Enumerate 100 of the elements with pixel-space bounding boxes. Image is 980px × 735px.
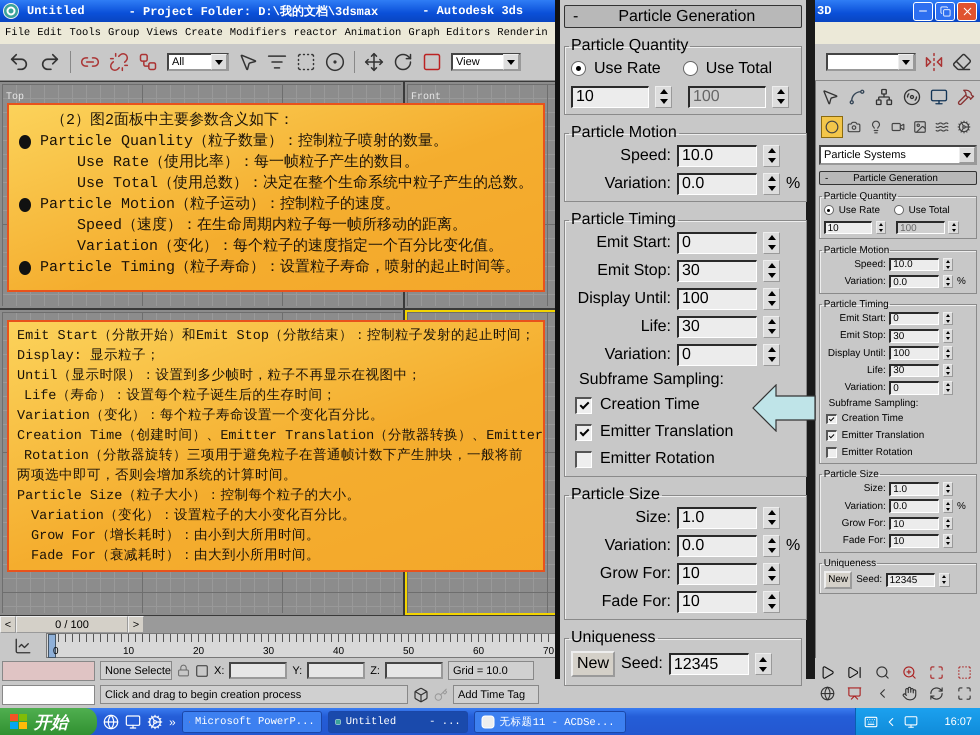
radio-button[interactable]	[894, 205, 904, 216]
more-button[interactable]: »	[169, 715, 176, 729]
spinner-button[interactable]	[942, 482, 954, 496]
spinner-button[interactable]	[754, 653, 772, 675]
new-seed-button[interactable]: New	[824, 571, 852, 589]
checkbox[interactable]	[826, 447, 837, 458]
spinner-button[interactable]	[772, 86, 789, 108]
gear-icon[interactable]	[147, 714, 163, 730]
spinner-button[interactable]	[942, 534, 954, 548]
zoom-in-icon[interactable]	[902, 665, 918, 680]
menu-item[interactable]: Views	[146, 27, 178, 39]
browser-icon[interactable]	[103, 714, 119, 730]
menu-item[interactable]: Create	[184, 27, 223, 39]
number-field[interactable]: 1.0	[677, 506, 757, 528]
spinner-button[interactable]	[942, 499, 954, 513]
menu-item[interactable]: Graph Editors	[408, 27, 490, 39]
close-icon[interactable]	[960, 4, 974, 18]
menu-item[interactable]: Tools	[69, 27, 101, 39]
number-field[interactable]: 30	[677, 260, 757, 282]
radio-button[interactable]	[571, 61, 586, 76]
square-icon[interactable]	[422, 52, 442, 72]
checkbox[interactable]	[575, 424, 592, 440]
hammer-icon[interactable]	[956, 88, 975, 106]
globe-icon[interactable]	[820, 686, 835, 701]
minimize-button[interactable]	[913, 2, 933, 20]
number-field[interactable]: 100	[889, 346, 940, 360]
monitor-icon[interactable]	[930, 88, 948, 106]
spinner-button[interactable]	[763, 172, 780, 194]
curve-editor-icon[interactable]	[14, 636, 32, 655]
lock-icon[interactable]	[177, 664, 190, 677]
checkbox[interactable]	[826, 430, 837, 441]
spinner-button[interactable]	[763, 260, 780, 282]
checkbox[interactable]	[575, 450, 592, 468]
spinner-button[interactable]	[763, 506, 780, 528]
time-slider-thumb[interactable]: 0 / 100	[16, 616, 128, 634]
menu-item[interactable]: Animation	[344, 27, 402, 39]
new-seed-button[interactable]: New	[571, 651, 616, 677]
number-field[interactable]: 12345	[668, 653, 749, 675]
menu-item[interactable]: Modifiers	[230, 27, 287, 39]
previous-frame-button[interactable]: <	[0, 616, 16, 634]
rotate-icon[interactable]	[393, 52, 413, 72]
move-icon[interactable]	[364, 52, 384, 72]
spinner-button[interactable]	[655, 86, 672, 108]
time-tag-field[interactable]: Add Time Tag	[453, 685, 539, 704]
spinner-button[interactable]	[763, 232, 780, 254]
spinner-button[interactable]	[939, 573, 950, 587]
number-field[interactable]: 0	[677, 232, 757, 254]
pan-icon[interactable]	[902, 686, 918, 701]
desktop-icon[interactable]	[125, 714, 141, 730]
dashed-square-icon[interactable]	[296, 52, 316, 72]
next-frame-button[interactable]: >	[128, 616, 144, 634]
absolute-mode-icon[interactable]	[195, 664, 209, 678]
number-field[interactable]: 0.0	[677, 534, 757, 556]
number-field[interactable]: 10.0	[677, 144, 757, 166]
number-field[interactable]: 10	[571, 86, 649, 108]
number-field[interactable]: 10	[677, 590, 757, 612]
spinner-button[interactable]	[942, 312, 954, 326]
object-type-button[interactable]	[821, 116, 843, 138]
number-field[interactable]: 0.0	[889, 499, 940, 513]
restore-icon[interactable]	[940, 6, 950, 16]
radio-button[interactable]	[682, 61, 698, 76]
undo-icon[interactable]	[8, 51, 30, 73]
number-field[interactable]: 0	[889, 381, 940, 395]
network-icon[interactable]	[904, 715, 918, 729]
taskbar-button[interactable]: 无标题11 - ACDSe...	[474, 711, 626, 733]
rollout-header[interactable]: - Particle Generation	[819, 171, 977, 186]
spinner-button[interactable]	[942, 381, 954, 395]
menu-item[interactable]: Edit	[37, 27, 62, 39]
spinner-button[interactable]	[942, 274, 954, 288]
spinner-button[interactable]	[942, 346, 954, 360]
number-field[interactable]: 30	[677, 316, 757, 338]
unlink-icon[interactable]	[109, 52, 129, 72]
menu-item[interactable]: Group	[108, 27, 140, 39]
number-field[interactable]: 10	[889, 534, 940, 548]
checkbox[interactable]	[575, 396, 592, 414]
input-field[interactable]	[2, 684, 95, 704]
spinner-button[interactable]	[942, 328, 954, 343]
spinner-button[interactable]	[763, 144, 780, 166]
circle-dot-icon[interactable]	[325, 52, 345, 72]
zoom-icon[interactable]	[874, 665, 890, 680]
number-field[interactable]: 10	[889, 516, 940, 530]
keyboard-icon[interactable]	[864, 715, 878, 729]
spinner-button[interactable]	[763, 562, 780, 584]
number-field[interactable]: 10	[677, 562, 757, 584]
hierarchy-icon[interactable]	[875, 88, 894, 106]
spinner-button[interactable]	[763, 316, 780, 338]
nodes-icon[interactable]	[138, 52, 158, 72]
menu-item[interactable]: reactor	[294, 27, 338, 39]
input-field[interactable]	[2, 660, 95, 680]
taskbar-button[interactable]: Untitled - ...	[328, 711, 468, 733]
spinner-button[interactable]	[948, 220, 959, 234]
category-dropdown[interactable]: Particle Systems	[819, 145, 977, 165]
rollout-header[interactable]: - Particle Generation	[564, 5, 802, 28]
taskbar-button[interactable]: Microsoft PowerP...	[182, 711, 322, 733]
spinner-button[interactable]	[942, 364, 954, 378]
number-field[interactable]: 0	[889, 312, 940, 326]
cube-icon[interactable]	[413, 686, 429, 702]
selection-filter-dropdown[interactable]: All	[167, 53, 229, 71]
reference-dropdown[interactable]: View	[451, 53, 521, 71]
redo-icon[interactable]	[39, 51, 61, 73]
